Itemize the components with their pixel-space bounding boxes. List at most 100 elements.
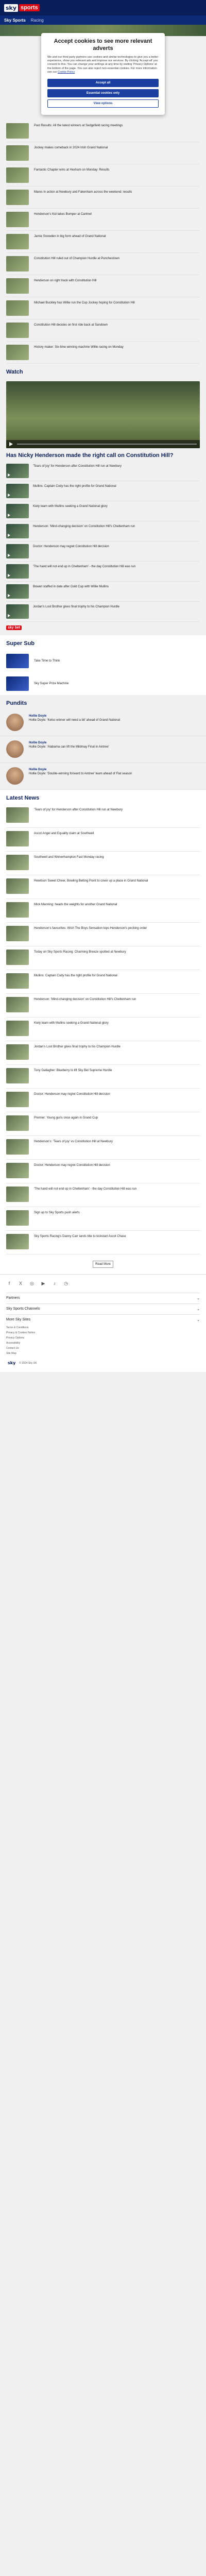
news-item[interactable]: Jordan's Lost Brother gives final trophy… [6,1041,200,1065]
news-thumbnail [6,1068,29,1084]
list-item[interactable]: Mares in action at Newbury and Fakenham … [6,187,200,209]
list-item[interactable]: Take Time to Think [0,650,206,672]
news-item[interactable]: Ascot Angel and Equality claim at Southw… [6,828,200,852]
nav-item-sky-sports[interactable]: Sky Sports [4,18,26,23]
pundit-item[interactable]: Hollie Doyle Hollie Doyle: 'Double-winni… [0,763,206,790]
list-item[interactable]: History maker: Six-time winning machine … [6,342,200,364]
news-item[interactable]: Hewitson Sweet Cheer, Bowling Betting Po… [6,875,200,900]
news-item[interactable]: Southwell and Wolverhampton Fast Monday … [6,852,200,876]
news-item[interactable]: Mick Manning: heads the weights for anot… [6,899,200,923]
video-headline: Doctor: Henderson may regret Constitutio… [33,545,109,549]
pundit-author: Hollie Doyle [29,768,47,772]
video-list-item[interactable]: Doctor: Henderson may regret Constitutio… [6,541,200,562]
sports-logo[interactable]: sports [19,4,40,11]
list-item[interactable]: Sky Super Prize Machine [0,672,206,695]
footer-link-channels[interactable]: Sky Sports Channels ⌄ [6,1303,200,1314]
nav-item-racing[interactable]: Racing [31,18,44,23]
view-options-button[interactable]: View options [47,99,159,108]
news-thumbnail [6,902,29,918]
video-list-item[interactable]: Mullins: Captain Cody has the right prof… [6,481,200,502]
story-headline: Michael Buckley has Willie run the Cup J… [34,301,135,304]
watch-section: Watch Has Nicky Henderson made the right… [0,363,206,636]
read-more-button[interactable]: Read More [93,1261,113,1268]
video-list-item[interactable]: 'Tears of joy' for Henderson after Const… [6,461,200,482]
footer-link-partners[interactable]: Partners ⌄ [6,1293,200,1303]
video-list-item[interactable]: Bowen staffed in date after Gold Cup wit… [6,582,200,602]
sky-logo[interactable]: sky [4,4,19,12]
news-item[interactable]: Today on Sky Sports Racing: Charming Bre… [6,946,200,971]
footer-link-more-sites[interactable]: More Sky Sites ⌄ [6,1314,200,1325]
list-item[interactable]: Constitution Hill ruled out of Champion … [6,253,200,275]
copyright-text: © 2024 Sky UK [19,1361,37,1365]
story-headline: History maker: Six-time winning machine … [34,345,124,349]
footer-accessibility-link[interactable]: Accessibility [6,1341,200,1346]
story-thumbnail [6,167,29,183]
video-list-item[interactable]: Jordan's Lost Brother gives final trophy… [6,602,200,622]
latest-news-heading: Latest News [0,790,206,805]
news-item[interactable]: Sign up to Sky Sports push alerts [6,1207,200,1231]
pundit-content: Hollie Doyle Hollie Doyle: 'Double-winni… [29,767,132,776]
news-item[interactable]: Tony Gallagher: Blueberry to lift Sky Be… [6,1065,200,1089]
news-item[interactable]: Sky Sports Racing's Danny Carr lands tit… [6,1231,200,1255]
list-item[interactable]: Constitution Hill decides on first ride … [6,319,200,342]
footer-terms-link[interactable]: Terms & Conditions [6,1325,200,1330]
news-item[interactable]: Doctor: Henderson may regret Constitutio… [6,1089,200,1113]
news-item[interactable]: Kiely team with Mullins seeking a Grand … [6,1018,200,1042]
footer-sitemap-link[interactable]: Site Map [6,1351,200,1356]
cookie-body: We and our third party partners use cook… [47,56,159,75]
video-list-item[interactable]: 'The hand will not end up in Cheltenham'… [6,562,200,582]
video-list-item[interactable]: Kiely team with Mullins seeking a Grand … [6,501,200,522]
list-item[interactable]: Jamie Snowden in big form ahead of Grand… [6,231,200,253]
footer-privacy-options-link[interactable]: Privacy Options [6,1335,200,1341]
accept-all-button[interactable]: Accept all [47,78,159,87]
whatsapp-icon[interactable]: ◷ [63,1281,69,1286]
pundit-item[interactable]: Hollie Doyle Hollie Doyle: 'Alabama can … [0,736,206,764]
list-item[interactable]: Jockey makes comeback in 2024 Irish Gran… [6,142,200,164]
pundit-item[interactable]: Hollie Doyle Hollie Doyle: 'Kelso winner… [0,709,206,737]
footer-contact-link[interactable]: Contact Us [6,1346,200,1351]
facebook-icon[interactable]: f [6,1281,12,1286]
essential-cookies-button[interactable]: Essential cookies only [47,89,159,97]
sky-bet-logo[interactable]: sky bet [6,625,22,631]
top-navigation-bar: sky sports [0,0,206,15]
news-item[interactable]: Henderson: 'Mind-changing decision' on C… [6,994,200,1018]
video-controls [6,439,200,448]
news-headline: Tony Gallagher: Blueberry to lift Sky Be… [34,1069,112,1073]
social-links: f X ◎ ▶ ♪ ◷ [6,1281,200,1286]
news-item[interactable]: 'The hand will not end up in Cheltenham'… [6,1183,200,1208]
news-item[interactable]: Henderson's favourites: Wish The Boys Se… [6,923,200,947]
news-thumbnail [6,855,29,871]
list-item[interactable]: Henderson on right track with Constituti… [6,275,200,297]
tiktok-icon[interactable]: ♪ [52,1281,58,1286]
story-headline: Mares in action at Newbury and Fakenham … [34,190,132,194]
video-player[interactable] [6,381,200,448]
video-thumbnail [6,484,29,499]
x-icon[interactable]: X [18,1281,24,1286]
news-thumbnail [6,1115,29,1131]
footer-link-label: Sky Sports Channels [6,1307,40,1311]
news-item[interactable]: Doctor: Henderson may regret Constitutio… [6,1160,200,1184]
play-icon[interactable] [9,442,13,446]
list-item[interactable]: Michael Buckley has Willie run the Cup J… [6,297,200,319]
instagram-icon[interactable]: ◎ [29,1281,35,1286]
video-thumbnail [6,604,29,619]
news-headline: 'Tears of joy' for Henderson after Const… [34,808,123,812]
news-headline: Kiely team with Mullins seeking a Grand … [34,1022,109,1025]
list-item[interactable]: Henderson's Kid takes Bumper at Cartmel [6,209,200,231]
news-thumbnail [6,807,29,823]
video-headline: Bowen staffed in date after Gold Cup wit… [33,585,109,589]
news-thumbnail [6,831,29,847]
list-item[interactable]: Past Results: All the latest winners at … [6,120,200,142]
news-item[interactable]: 'Tears of joy' for Henderson after Const… [6,804,200,828]
news-item[interactable]: Premier: Young guns once again in Grand … [6,1112,200,1137]
list-item[interactable]: Fantastic Chapter wins at Hexham on Mond… [6,164,200,187]
news-item[interactable]: Henderson's: 'Tears of joy' vs Constitut… [6,1136,200,1160]
cookie-policy-link[interactable]: Cookie Policy [58,71,75,74]
news-item[interactable]: Mullins: Captain Cody has the right prof… [6,970,200,994]
footer-privacy-link[interactable]: Privacy & Cookies Notice [6,1330,200,1335]
video-list-item[interactable]: Henderson: 'Mind-changing decision' on C… [6,521,200,542]
news-headline: Sign up to Sky Sports push alerts [34,1211,80,1215]
video-thumbnail [6,464,29,479]
video-progress-bar[interactable] [17,443,197,445]
youtube-icon[interactable]: ▶ [40,1281,46,1286]
